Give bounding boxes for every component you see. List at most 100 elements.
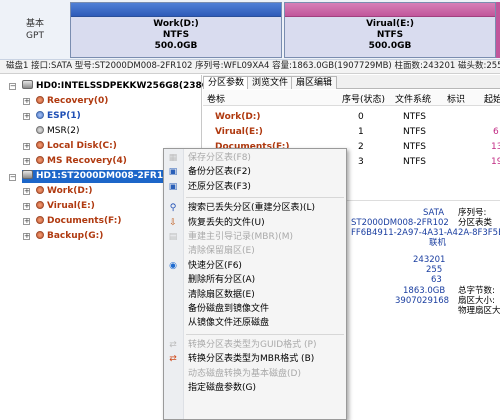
expand-toggle[interactable]: + <box>23 218 30 225</box>
physical-sector-label: 物理扇区大 <box>458 306 500 316</box>
collapse-toggle[interactable]: − <box>9 174 16 181</box>
partition-icon <box>36 156 44 164</box>
tree-partition-documents-f[interactable]: Documents(F:) <box>36 215 121 228</box>
menu-separator <box>186 333 344 335</box>
menu-item-label: 转换分区表类型为MBR格式 (B) <box>188 354 315 365</box>
menu-item-label: 备份磁盘到镜像文件 <box>188 304 270 314</box>
menu-item-label: 快速分区(F6) <box>188 260 242 271</box>
tab-partition-params[interactable]: 分区参数 <box>203 76 250 89</box>
row-start: 19 <box>491 157 500 167</box>
menu-item-10[interactable]: 清除扇区数据(E) <box>165 288 346 303</box>
menu-item-0: ▦ 保存分区表(F8) <box>165 151 346 166</box>
menu-item-15[interactable]: ⇄ 转换分区表类型为MBR格式 (B) <box>165 352 346 367</box>
menu-item-1[interactable]: ▣ 备份分区表(F2) <box>165 165 346 180</box>
disk-map-partition-work[interactable]: Work(D:) NTFS 500.0GB <box>70 2 282 58</box>
mbr-icon: ▤ <box>168 232 178 242</box>
expand-toggle[interactable]: + <box>23 233 30 240</box>
menu-item-label: 保存分区表(F8) <box>188 153 251 163</box>
disk-map-partition-next[interactable] <box>496 2 500 58</box>
row-index: 1 <box>358 127 364 137</box>
menu-item-5[interactable]: ⇩ 恢复丢失的文件(U) <box>165 216 346 231</box>
partition-size: 500.0GB <box>154 41 198 51</box>
partition-icon <box>36 231 44 239</box>
menu-item-17[interactable]: 指定磁盘参数(G) <box>165 381 346 396</box>
menu-item-16: 动态磁盘转换为基本磁盘(D) <box>165 367 346 382</box>
tree-partition-virual-e[interactable]: Virual(E:) <box>36 200 95 213</box>
row-fs: NTFS <box>403 157 426 167</box>
menu-item-9[interactable]: 删除所有分区(A) <box>165 273 346 288</box>
search-icon: ⚲ <box>169 203 177 214</box>
partition-size: 500.0GB <box>368 41 412 51</box>
row-index: 3 <box>358 157 364 167</box>
menu-item-8[interactable]: ◉ 快速分区(F6) <box>165 259 346 274</box>
tree-partition-work-d[interactable]: Work(D:) <box>36 185 93 198</box>
backup-icon: ▣ <box>168 167 178 178</box>
expand-toggle[interactable]: + <box>23 113 30 120</box>
expand-toggle[interactable]: + <box>23 158 30 165</box>
col-fs[interactable]: 文件系统 <box>395 92 431 105</box>
convert-mbr-icon: ⇄ <box>169 354 177 365</box>
total-sectors-value: 3907029168 <box>395 296 450 306</box>
tree-partition-esp[interactable]: ESP(1) <box>36 110 81 123</box>
partition-fs: NTFS <box>162 30 190 40</box>
menu-item-label: 转换分区表类型为GUID格式 (P) <box>188 339 317 350</box>
row-label: Work(D:) <box>215 112 261 122</box>
partition-icon <box>36 141 44 149</box>
menu-item-label: 指定磁盘参数(G) <box>188 383 256 393</box>
col-label[interactable]: 卷标 <box>207 92 225 105</box>
menu-item-14: ⇄ 转换分区表类型为GUID格式 (P) <box>165 338 346 353</box>
restore-icon: ▣ <box>168 181 178 192</box>
partition-icon <box>36 216 44 224</box>
expand-toggle[interactable]: + <box>23 203 30 210</box>
row-fs: NTFS <box>403 127 426 137</box>
disk-guid-value: FF6B4911-2A97-4A31-A42A-8F3F5E <box>351 228 500 238</box>
tab-bar: 分区参数 浏览文件 扇区编辑 <box>203 75 500 89</box>
row-start: 6 <box>493 127 499 137</box>
hard-disk-icon <box>22 80 33 89</box>
expand-toggle[interactable]: + <box>23 143 30 150</box>
menu-item-12[interactable]: 从镜像文件还原磁盘 <box>165 316 346 331</box>
menu-item-label: 动态磁盘转换为基本磁盘(D) <box>188 368 301 379</box>
collapse-toggle[interactable]: − <box>9 83 16 90</box>
table-row[interactable]: Virual(E:) 1 NTFS 6 <box>203 126 500 140</box>
row-index: 2 <box>358 142 364 152</box>
partition-fs: NTFS <box>376 30 404 40</box>
sectors-value: 63 <box>431 275 442 285</box>
cylinders-value: 243201 <box>413 255 446 265</box>
tab-sector-edit[interactable]: 扇区编辑 <box>291 76 338 89</box>
row-start: 13 <box>491 142 500 152</box>
context-menu: ▦ 保存分区表(F8) ▣ 备份分区表(F2) ▣ 还原分区表(F3) ⚲ 搜索已丢失分区(重… <box>163 148 347 420</box>
menu-item-7: 清除保留扇区(E) <box>165 244 346 259</box>
menu-item-label: 清除扇区数据(E) <box>188 289 255 300</box>
tab-browse-files[interactable]: 浏览文件 <box>247 76 294 89</box>
menu-item-label: 从镜像文件还原磁盘 <box>188 318 270 329</box>
menu-item-6: ▤ 重建主引导记录(MBR)(M) <box>165 230 346 245</box>
tree-disk-hd0[interactable]: HD0:INTELSSDPEKKW256G8(238GB) <box>22 80 220 93</box>
expand-toggle[interactable]: + <box>23 188 30 195</box>
disk-map-partition-virual[interactable]: Virual(E:) NTFS 500.0GB <box>284 2 496 58</box>
col-flag[interactable]: 标识 <box>447 92 465 105</box>
tree-partition-msr[interactable]: MSR(2) <box>36 125 79 138</box>
disk-mode-value: 联机 <box>429 238 447 248</box>
partition-type-label: 分区表类 <box>458 218 493 228</box>
menu-separator <box>186 197 344 199</box>
menu-item-label: 搜索已丢失分区(重建分区表)(L) <box>188 203 316 214</box>
table-row[interactable]: Work(D:) 0 NTFS <box>203 111 500 125</box>
menu-item-4[interactable]: ⚲ 搜索已丢失分区(重建分区表)(L) <box>165 201 346 216</box>
col-start[interactable]: 起始 <box>484 92 500 105</box>
disk-type-label: 基本 GPT <box>0 0 70 60</box>
menu-item-label: 删除所有分区(A) <box>188 275 256 286</box>
menu-item-11[interactable]: 备份磁盘到镜像文件 <box>165 302 346 317</box>
tree-partition-local-disk-c[interactable]: Local Disk(C:) <box>36 140 117 153</box>
partition-name: Work(D:) <box>153 19 199 29</box>
partition-icon <box>36 126 44 134</box>
tree-partition-ms-recovery[interactable]: MS Recovery(4) <box>36 155 127 168</box>
expand-toggle[interactable]: + <box>23 98 30 105</box>
menu-item-2[interactable]: ▣ 还原分区表(F3) <box>165 180 346 195</box>
col-index[interactable]: 序号(状态) <box>342 92 385 105</box>
sector-size-label: 扇区大小: <box>458 296 495 306</box>
tree-partition-recovery[interactable]: Recovery(0) <box>36 95 108 108</box>
hard-disk-icon <box>22 170 33 179</box>
convert-icon: ⇄ <box>169 339 177 350</box>
tree-partition-backup-g[interactable]: Backup(G:) <box>36 230 103 243</box>
